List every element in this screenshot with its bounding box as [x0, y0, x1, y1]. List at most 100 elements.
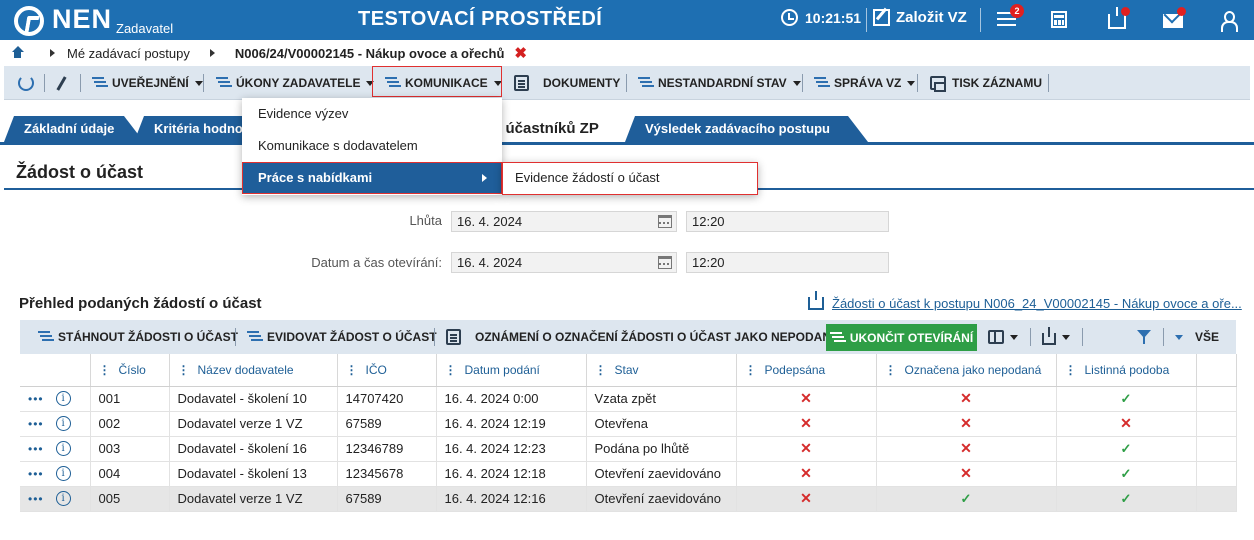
table-row[interactable]: ••• i 004 Dodavatel - školení 13 12345678 16.… — [20, 461, 1237, 487]
otevirani-date-field[interactable]: 16. 4. 2024 — [451, 252, 677, 273]
status-mark-icon: ✕ — [800, 390, 812, 406]
column-header[interactable]: ⋮ IČO — [337, 354, 437, 387]
nen-logo[interactable]: NEN Zadavatel — [14, 4, 173, 36]
column-header[interactable]: ⋮ Označena jako nepodaná — [876, 354, 1057, 387]
menu-sprava-label: SPRÁVA VZ — [834, 76, 902, 90]
toolbar-divider — [1048, 74, 1049, 92]
menu-uverejneni[interactable]: UVEŘEJNĚNÍ — [92, 66, 203, 100]
toolbar-divider — [917, 74, 918, 92]
unread-dot — [1177, 7, 1186, 16]
info-icon[interactable]: i — [55, 441, 71, 456]
cell-cislo: 002 — [90, 411, 170, 437]
table-row[interactable]: ••• i 005 Dodavatel verze 1 VZ 67589 16. 4. 2… — [20, 486, 1237, 512]
row-actions[interactable]: ••• i — [20, 436, 91, 462]
otevirani-date-value: 16. 4. 2024 — [457, 255, 523, 270]
overview-title: Přehled podaných žádostí o účast — [19, 295, 262, 312]
info-icon[interactable]: i — [55, 416, 71, 431]
session-clock: 10:21:51 — [781, 9, 861, 26]
cell-nepodana: ✕ — [876, 436, 1057, 462]
chevron-right-icon — [50, 49, 55, 57]
menu-ukony-zadavatele[interactable]: ÚKONY ZADAVATELE — [216, 66, 375, 100]
info-icon[interactable]: i — [55, 466, 71, 481]
row-actions[interactable]: ••• i — [20, 411, 91, 437]
row-actions[interactable]: ••• i — [20, 486, 91, 512]
column-header[interactable]: ⋮ Číslo — [90, 354, 170, 387]
row-actions[interactable]: ••• i — [20, 461, 91, 487]
breadcrumb-my-procedures[interactable]: Mé zadávací postupy — [67, 46, 190, 61]
submenu-evidence-zadosti[interactable]: Evidence žádostí o účast — [502, 162, 758, 195]
more-options-icon[interactable]: ••• — [28, 442, 44, 456]
end-opening-button[interactable]: UKONČIT OTEVÍRÁNÍ — [826, 324, 977, 351]
calendar-icon[interactable] — [658, 256, 672, 269]
table-row[interactable]: ••• i 003 Dodavatel - školení 16 12346789 16.… — [20, 436, 1237, 462]
cell-nepodana: ✓ — [876, 486, 1057, 512]
user-icon[interactable] — [1215, 8, 1241, 32]
toolbar-divider — [626, 74, 627, 92]
table-header-row: ⋮ Číslo ⋮ Název dodavatele ⋮ IČO ⋮ Datum pod… — [20, 354, 1237, 387]
lines-icon — [38, 331, 52, 343]
menu-nestandardni-stav[interactable]: NESTANDARDNÍ STAV — [638, 66, 801, 100]
tab-bar: Základní údaje Kritéria hodno ní účastní… — [0, 100, 1254, 146]
home-icon[interactable] — [11, 45, 24, 59]
lhuta-time-field[interactable]: 12:20 — [686, 211, 889, 232]
table-row[interactable]: ••• i 001 Dodavatel - školení 10 14707420 16.… — [20, 386, 1237, 412]
menu-dokumenty[interactable]: DOKUMENTY — [514, 66, 620, 100]
cell-listinna: ✓ — [1056, 461, 1197, 487]
mail-icon[interactable] — [1160, 7, 1186, 32]
cell-podepsana: ✕ — [736, 436, 877, 462]
lhuta-date-field[interactable]: 16. 4. 2024 — [451, 211, 677, 232]
column-actions — [20, 354, 91, 387]
filter-all-select[interactable]: VŠE — [1175, 320, 1219, 354]
document-icon — [514, 75, 529, 91]
row-actions[interactable]: ••• i — [20, 386, 91, 412]
column-header[interactable]: ⋮ Podepsána — [736, 354, 877, 387]
inbox-icon[interactable] — [1104, 7, 1130, 32]
register-request-button[interactable]: EVIDOVAT ŽÁDOST O ÚČAST — [247, 320, 437, 354]
status-mark-icon: ✕ — [1120, 415, 1132, 431]
create-vz-button[interactable]: Založit VZ — [873, 9, 967, 26]
requests-table: ⋮ Číslo ⋮ Název dodavatele ⋮ IČO ⋮ Datum pod… — [20, 354, 1237, 512]
lhuta-time-value: 12:20 — [692, 214, 725, 229]
menu-sprava-vz[interactable]: SPRÁVA VZ — [814, 66, 916, 100]
info-icon[interactable]: i — [55, 391, 71, 406]
more-options-icon[interactable]: ••• — [28, 392, 44, 406]
breadcrumb-current-procedure[interactable]: N006/24/V00002145 - Nákup ovoce a ořechů — [235, 46, 505, 61]
lines-icon — [247, 331, 261, 343]
cell-nazev: Dodavatel verze 1 VZ — [169, 411, 338, 437]
cell-nepodana: ✕ — [876, 461, 1057, 487]
tab-zakladni-udaje[interactable]: Základní údaje — [4, 116, 144, 142]
filter-button[interactable] — [1137, 320, 1151, 354]
menu-item-komunikace-dodavatel[interactable]: Komunikace s dodavatelem — [242, 130, 502, 162]
chevron-down-icon — [1175, 334, 1183, 340]
menu-icon[interactable]: 2 — [994, 4, 1024, 32]
column-header[interactable]: ⋮ Stav — [586, 354, 737, 387]
cell-nazev: Dodavatel - školení 10 — [169, 386, 338, 412]
export-requests-link[interactable]: Žádosti o účast k postupu N006_24_V00002… — [808, 291, 1242, 311]
notice-unsubmitted-button[interactable]: OZNÁMENÍ O OZNAČENÍ ŽÁDOSTI O ÚČAST JAKO… — [446, 320, 839, 354]
share-menu-button[interactable] — [1042, 320, 1070, 354]
column-header[interactable]: ⋮ Listinná podoba — [1056, 354, 1197, 387]
more-options-icon[interactable]: ••• — [28, 417, 44, 431]
cell-podepsana: ✕ — [736, 461, 877, 487]
refresh-button[interactable] — [18, 66, 34, 100]
calculator-icon[interactable] — [1046, 8, 1072, 32]
edit-button[interactable] — [54, 66, 67, 100]
column-header[interactable]: ⋮ Datum podání — [436, 354, 587, 387]
more-options-icon[interactable]: ••• — [28, 492, 44, 506]
table-row[interactable]: ••• i 002 Dodavatel verze 1 VZ 67589 16. 4. 2… — [20, 411, 1237, 437]
menu-item-prace-s-nabidkami[interactable]: Práce s nabídkami — [242, 162, 502, 194]
columns-menu-button[interactable] — [988, 320, 1018, 354]
close-icon[interactable]: ✖ — [514, 44, 527, 62]
calendar-icon[interactable] — [658, 215, 672, 228]
notice-unsubmitted-label: OZNÁMENÍ O OZNAČENÍ ŽÁDOSTI O ÚČAST JAKO… — [475, 330, 840, 344]
more-options-icon[interactable]: ••• — [28, 467, 44, 481]
print-record-button[interactable]: TISK ZÁZNAMU — [930, 66, 1042, 100]
lines-icon — [216, 77, 230, 89]
menu-komunikace[interactable]: KOMUNIKACE — [385, 66, 502, 100]
info-icon[interactable]: i — [55, 491, 71, 506]
otevirani-time-field[interactable]: 12:20 — [686, 252, 889, 273]
column-header[interactable]: ⋮ Název dodavatele — [169, 354, 338, 387]
menu-item-evidence-vyzev[interactable]: Evidence výzev — [242, 98, 502, 130]
download-requests-button[interactable]: STÁHNOUT ŽÁDOSTI O ÚČAST — [38, 320, 238, 354]
tab-vysledek-postupu[interactable]: Výsledek zadávacího postupu — [625, 116, 868, 142]
